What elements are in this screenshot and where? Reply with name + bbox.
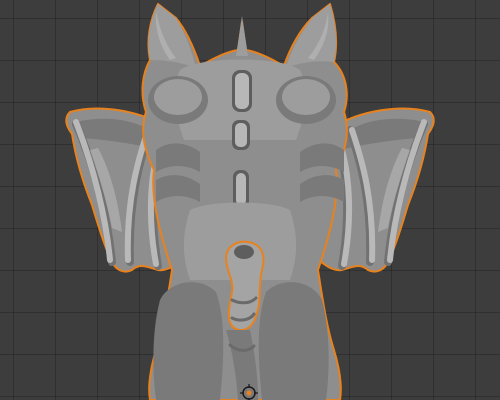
dragon-body[interactable] bbox=[141, 3, 348, 400]
object-origin-icon[interactable] bbox=[240, 384, 258, 400]
dragon-mesh-icon[interactable] bbox=[0, 0, 500, 400]
3d-viewport[interactable] bbox=[0, 0, 500, 400]
